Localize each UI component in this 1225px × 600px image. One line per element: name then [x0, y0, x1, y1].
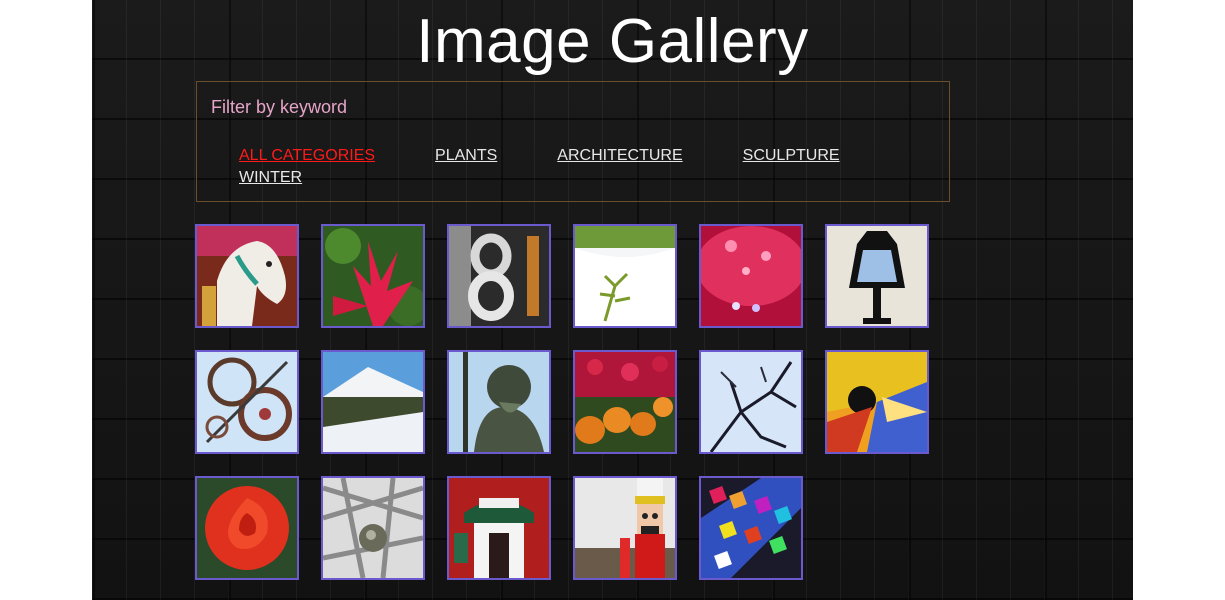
abstract-image: [827, 352, 927, 452]
filter-panel: Filter by keyword ALL CATEGORIES PLANTS …: [196, 81, 950, 202]
sprout-snow-image: [575, 226, 675, 326]
carousel-horse-image: [197, 226, 297, 326]
category-list: ALL CATEGORIES PLANTS ARCHITECTURE SCULP…: [239, 146, 899, 188]
mosaic-tiles-image: [701, 478, 801, 578]
thumbnail-red-bromeliad[interactable]: [321, 224, 425, 328]
storefront-image: [449, 478, 549, 578]
thumbnail-colorful-abstract[interactable]: [825, 350, 929, 454]
gallery-page: Image Gallery Filter by keyword ALL CATE…: [92, 0, 1133, 600]
category-plants-link[interactable]: PLANTS: [435, 146, 497, 166]
thumbnail-pumpkins-and-flowers[interactable]: [573, 350, 677, 454]
thumbnail-red-rose[interactable]: [195, 476, 299, 580]
category-architecture-link[interactable]: ARCHITECTURE: [557, 146, 682, 166]
bromeliad-image: [323, 226, 423, 326]
filter-label: Filter by keyword: [211, 97, 348, 117]
truss-ornament-image: [323, 478, 423, 578]
pumpkins-image: [575, 352, 675, 452]
thumbnail-street-lantern[interactable]: [825, 224, 929, 328]
thumbnail-carousel-horse[interactable]: [195, 224, 299, 328]
thumbnail-mosaic-tiles[interactable]: [699, 476, 803, 580]
thumbnail-metal-number-eight[interactable]: [447, 224, 551, 328]
snowy-branches-image: [701, 352, 801, 452]
thumbnail-pink-lights[interactable]: [699, 224, 803, 328]
lantern-image: [827, 226, 927, 326]
nutcracker-image: [575, 478, 675, 578]
red-rose-image: [197, 478, 297, 578]
snowy-mountain-image: [323, 352, 423, 452]
thumbnail-sprout-in-snow[interactable]: [573, 224, 677, 328]
thumbnail-neptune-statue[interactable]: [447, 350, 551, 454]
wheel-sculpture-image: [197, 352, 297, 452]
neptune-statue-image: [449, 352, 549, 452]
category-winter-link[interactable]: WINTER: [239, 168, 302, 188]
thumbnail-nutcracker[interactable]: [573, 476, 677, 580]
page-title: Image Gallery: [416, 7, 809, 76]
thumbnail-snowy-mountain[interactable]: [321, 350, 425, 454]
thumbnail-metal-wheel-sculpture[interactable]: [195, 350, 299, 454]
number-eight-image: [449, 226, 549, 326]
thumbnail-storefront-in-snow[interactable]: [447, 476, 551, 580]
pink-lights-image: [701, 226, 801, 326]
thumbnail-metal-truss-ornament[interactable]: [321, 476, 425, 580]
category-all-link[interactable]: ALL CATEGORIES: [239, 146, 375, 166]
thumbnail-snowy-branches[interactable]: [699, 350, 803, 454]
category-sculpture-link[interactable]: SCULPTURE: [743, 146, 840, 166]
